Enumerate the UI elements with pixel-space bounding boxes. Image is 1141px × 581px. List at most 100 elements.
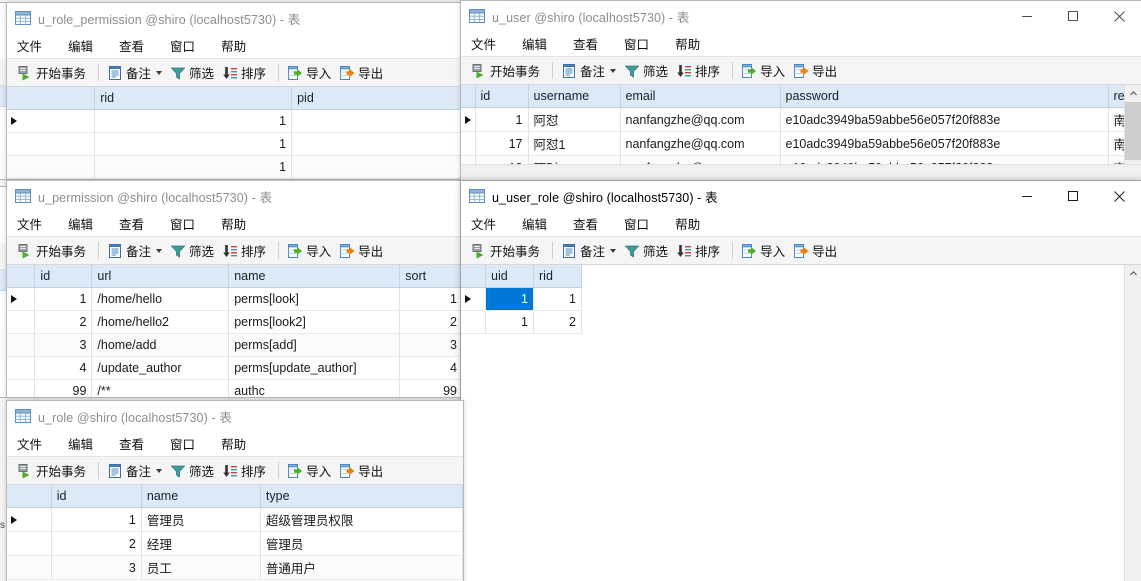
table-row[interactable]: 18 阿怼122 nanfangzhe@qq.com e10adc3949ba5… — [461, 155, 1125, 164]
scroll-up-button[interactable] — [1125, 265, 1141, 282]
cell-rid[interactable]: 1 — [94, 132, 293, 156]
data-grid[interactable]: id username email password real_name ava… — [461, 85, 1141, 181]
row-selector-current[interactable] — [7, 507, 52, 532]
data-grid[interactable]: id name type 1 管理员 超级管理员权限 2 经理 管理员 3 员工… — [7, 485, 463, 581]
sort-button[interactable]: 排序 — [220, 61, 272, 84]
cell-real-name[interactable]: 南方者 — [1108, 155, 1125, 164]
import-button[interactable]: 导入 — [285, 459, 337, 482]
data-grid[interactable]: rid pid 1 1 1 2 — [7, 87, 489, 179]
grid-table[interactable]: id username email password real_name ava… — [461, 85, 1125, 164]
row-selector[interactable] — [461, 131, 476, 156]
export-button[interactable]: 导出 — [791, 59, 843, 82]
cell-email[interactable]: nanfangzhe@qq.com — [620, 131, 781, 156]
cell-url[interactable]: /home/hello — [91, 287, 230, 311]
menu-help[interactable]: 帮助 — [221, 432, 258, 455]
minimize-button[interactable] — [1004, 1, 1050, 31]
table-row[interactable]: 2 经理 管理员 — [7, 531, 463, 556]
menu-edit[interactable]: 编辑 — [68, 212, 105, 235]
table-row[interactable]: 1 管理员 超级管理员权限 — [7, 507, 463, 532]
cell-email[interactable]: nanfangzhe@qq.com — [620, 155, 781, 164]
window-controls[interactable] — [1004, 1, 1141, 31]
vertical-scrollbar[interactable] — [1124, 265, 1141, 581]
menu-edit[interactable]: 编辑 — [68, 432, 105, 455]
column-header-rid[interactable]: rid — [94, 87, 293, 110]
column-header-pid[interactable]: pid — [291, 87, 489, 110]
window-u-role-permission[interactable]: u_role_permission @shiro (localhost5730)… — [6, 2, 490, 180]
table-row[interactable]: 2 /home/hello2 perms[look2] 2 — [7, 310, 463, 334]
table-row[interactable]: 4 /update_author perms[update_author] 4 — [7, 356, 463, 380]
menubar[interactable]: 文件 编辑 查看 窗口 帮助 — [7, 211, 463, 236]
chevron-down-icon[interactable] — [610, 248, 617, 253]
cell-username[interactable]: 阿怼 — [528, 107, 621, 132]
chevron-down-icon[interactable] — [610, 68, 617, 73]
row-selector[interactable] — [7, 379, 36, 397]
table-row[interactable]: 3 员工 普通用户 — [7, 555, 463, 580]
titlebar[interactable]: u_permission @shiro (localhost5730) - 表 — [7, 181, 463, 211]
titlebar[interactable]: u_user @shiro (localhost5730) - 表 — [461, 1, 1141, 31]
menu-file[interactable]: 文件 — [17, 432, 54, 455]
cell-id[interactable]: 17 — [475, 131, 529, 156]
begin-transaction-button[interactable]: 开始事务 — [15, 61, 92, 84]
note-button[interactable]: 备注 — [105, 459, 168, 482]
column-header-id[interactable]: id — [34, 265, 93, 288]
cell-sort[interactable]: 3 — [399, 333, 463, 357]
export-button[interactable]: 导出 — [791, 239, 843, 262]
grid-table[interactable]: id url name sort 1 /home/hello perms[loo… — [7, 265, 463, 397]
note-button[interactable]: 备注 — [105, 61, 168, 84]
sort-button[interactable]: 排序 — [674, 59, 726, 82]
table-row[interactable]: 1 4 — [7, 155, 489, 179]
cell-pid[interactable]: 2 — [291, 132, 489, 156]
filter-button[interactable]: 筛选 — [622, 59, 674, 82]
menu-window[interactable]: 窗口 — [624, 32, 661, 55]
row-selector-current[interactable] — [461, 107, 476, 132]
cell-password[interactable]: e10adc3949ba59abbe56e057f20f883e — [780, 155, 1109, 164]
menu-view[interactable]: 查看 — [573, 212, 610, 235]
menu-file[interactable]: 文件 — [17, 212, 54, 235]
titlebar[interactable]: u_user_role @shiro (localhost5730) - 表 — [461, 181, 1141, 211]
window-controls[interactable] — [1004, 181, 1141, 211]
column-header-real-name[interactable]: real_name — [1108, 85, 1125, 108]
menu-help[interactable]: 帮助 — [675, 32, 712, 55]
toolbar[interactable]: 开始事务 备注 筛选 排序 导入 导出 — [7, 236, 463, 265]
cell-rid[interactable]: 1 — [533, 287, 582, 311]
table-row[interactable]: 1 1 — [461, 287, 582, 311]
menu-edit[interactable]: 编辑 — [522, 212, 559, 235]
vertical-scrollbar[interactable] — [1124, 85, 1141, 164]
window-u-role[interactable]: u_role @shiro (localhost5730) - 表 文件 编辑 … — [6, 400, 464, 581]
toolbar[interactable]: 开始事务 备注 筛选 排序 导入 导出 — [461, 56, 1141, 85]
menubar[interactable]: 文件 编辑 查看 窗口 帮助 — [461, 211, 1141, 236]
filter-button[interactable]: 筛选 — [622, 239, 674, 262]
note-button[interactable]: 备注 — [559, 239, 622, 262]
sort-button[interactable]: 排序 — [674, 239, 726, 262]
begin-transaction-button[interactable]: 开始事务 — [15, 239, 92, 262]
toolbar[interactable]: 开始事务 备注 筛选 排序 导入 导出 — [7, 456, 463, 485]
import-button[interactable]: 导入 — [739, 239, 791, 262]
table-row[interactable]: 3 /home/add perms[add] 3 — [7, 333, 463, 357]
cell-name[interactable]: authc — [228, 379, 401, 397]
cell-url[interactable]: /home/hello2 — [91, 310, 230, 334]
menu-view[interactable]: 查看 — [119, 34, 156, 57]
maximize-button[interactable] — [1050, 181, 1096, 211]
chevron-down-icon[interactable] — [156, 70, 163, 75]
menu-help[interactable]: 帮助 — [221, 34, 258, 57]
row-selector[interactable] — [7, 155, 96, 179]
window-u-user[interactable]: u_user @shiro (localhost5730) - 表 文件 编辑 … — [460, 0, 1141, 182]
cell-name[interactable]: 管理员 — [141, 507, 261, 532]
row-selector-current[interactable] — [7, 109, 96, 133]
cell-name[interactable]: perms[add] — [228, 333, 401, 357]
cell-id[interactable]: 1 — [51, 507, 142, 532]
cell-type[interactable]: 管理员 — [260, 531, 463, 556]
row-selector-current[interactable] — [7, 287, 36, 311]
chevron-down-icon[interactable] — [156, 248, 163, 253]
cell-id[interactable]: 3 — [51, 555, 142, 580]
column-header-sort[interactable]: sort — [399, 265, 463, 288]
filter-button[interactable]: 筛选 — [168, 61, 220, 84]
sort-button[interactable]: 排序 — [220, 239, 272, 262]
cell-name[interactable]: 经理 — [141, 531, 261, 556]
cell-name[interactable]: perms[look2] — [228, 310, 401, 334]
filter-button[interactable]: 筛选 — [168, 239, 220, 262]
table-row[interactable]: 1 2 — [7, 132, 489, 156]
row-selector[interactable] — [7, 531, 52, 556]
maximize-button[interactable] — [1050, 1, 1096, 31]
cell-username[interactable]: 阿怼122 — [528, 155, 621, 164]
